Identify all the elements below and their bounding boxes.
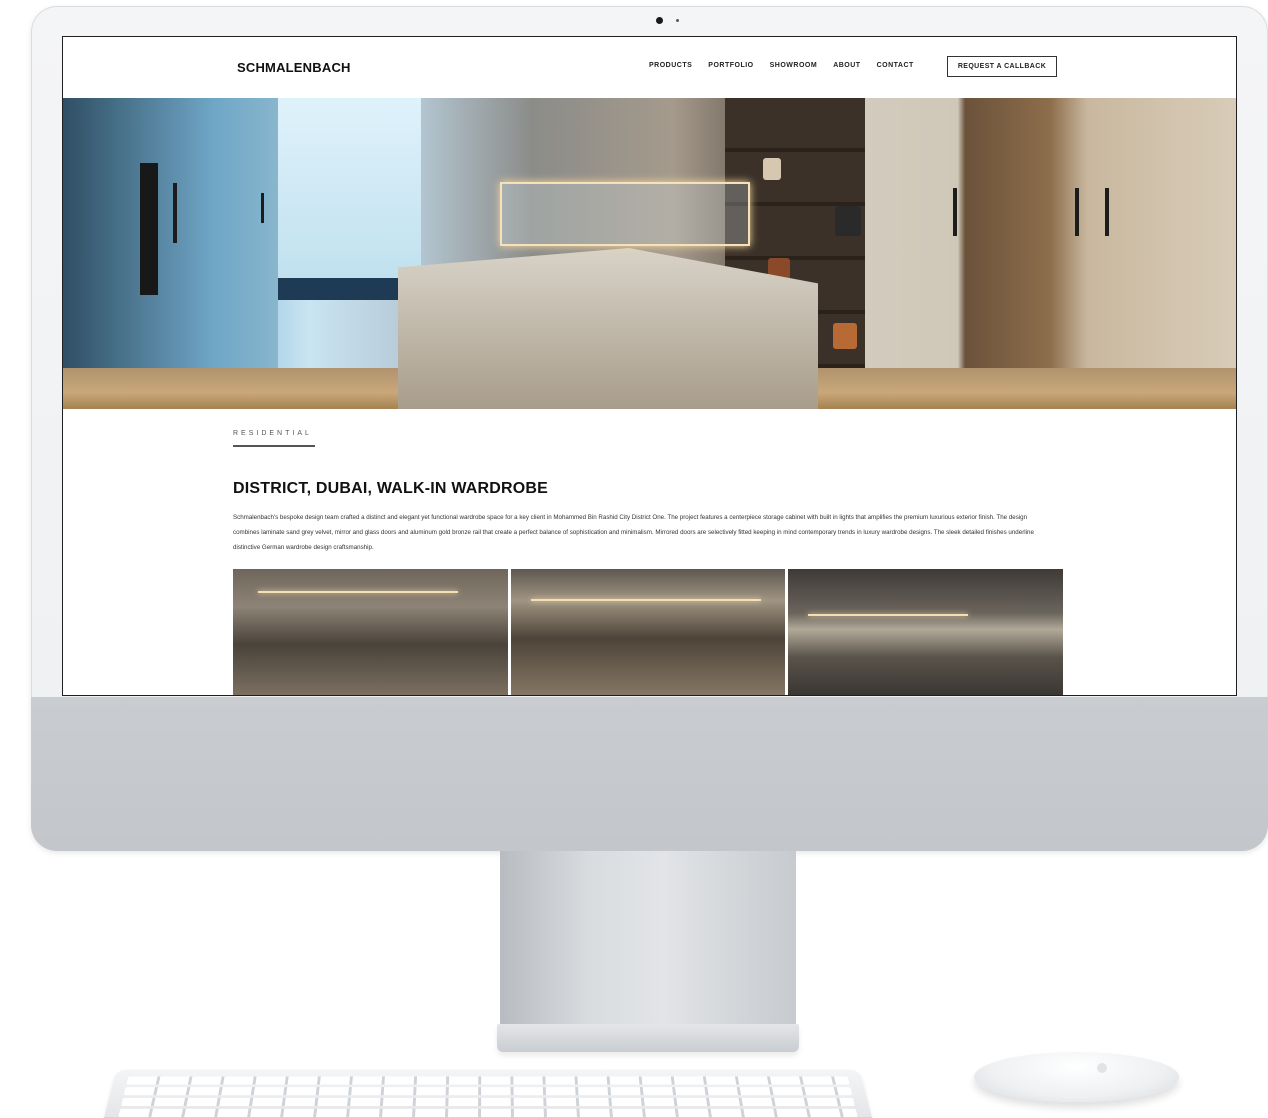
imac-chin xyxy=(31,697,1268,851)
project-category: RESIDENTIAL xyxy=(233,430,312,437)
imac-stand-base xyxy=(497,1024,799,1052)
screen: SCHMALENBACH PRODUCTS PORTFOLIO SHOWROOM… xyxy=(63,37,1236,695)
project-title: DISTRICT, DUBAI, WALK-IN WARDROBE xyxy=(233,480,549,497)
camera-indicator-icon xyxy=(676,19,679,22)
gallery-image-3[interactable] xyxy=(788,569,1064,695)
project-description: Schmalenbach's bespoke design team craft… xyxy=(233,514,1034,551)
gallery-image-2[interactable] xyxy=(510,569,786,695)
nav-item-about[interactable]: ABOUT xyxy=(833,62,860,69)
main-nav: PRODUCTS PORTFOLIO SHOWROOM ABOUT CONTAC… xyxy=(649,62,930,69)
imac-stand xyxy=(500,851,796,1026)
gallery-image-1[interactable] xyxy=(233,569,508,695)
nav-item-showroom[interactable]: SHOWROOM xyxy=(770,62,818,69)
nav-item-contact[interactable]: CONTACT xyxy=(877,62,914,69)
site-header: SCHMALENBACH PRODUCTS PORTFOLIO SHOWROOM… xyxy=(63,37,1236,98)
nav-item-products[interactable]: PRODUCTS xyxy=(649,62,692,69)
project-gallery xyxy=(233,569,1064,695)
mouse xyxy=(974,1052,1179,1102)
nav-item-portfolio[interactable]: PORTFOLIO xyxy=(708,62,753,69)
camera-icon xyxy=(656,17,663,24)
category-underline xyxy=(233,445,315,447)
keyboard xyxy=(104,1069,872,1118)
request-callback-button[interactable]: REQUEST A CALLBACK xyxy=(947,56,1057,77)
site-logo[interactable]: SCHMALENBACH xyxy=(237,60,351,75)
apple-logo-icon xyxy=(1097,1063,1107,1073)
hero-image xyxy=(63,98,1236,409)
